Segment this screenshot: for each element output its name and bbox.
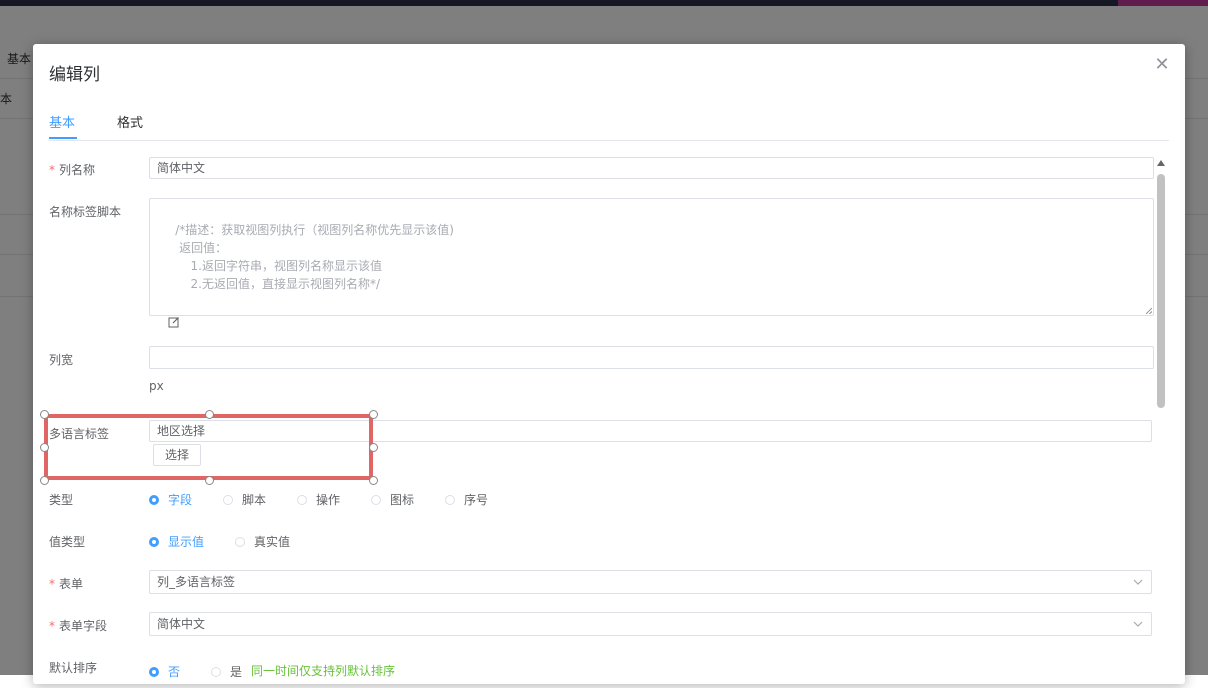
name-label-script-label: 名称标签脚本 (49, 205, 122, 219)
radio-dot (149, 666, 159, 677)
default-sort-no-label: 否 (168, 665, 181, 679)
type-option-icon[interactable]: 图标 (371, 491, 414, 508)
value-type-label: 值类型 (49, 535, 86, 549)
radio-dot (211, 666, 221, 677)
resize-handle[interactable] (1146, 308, 1152, 314)
required-asterisk: * (49, 619, 55, 633)
chevron-down-icon (1133, 621, 1143, 627)
tab-format[interactable]: 格式 (117, 112, 143, 131)
scroll-thumb[interactable] (1157, 174, 1165, 408)
form-field-select-value: 简体中文 (157, 617, 206, 631)
radio-dot (149, 494, 159, 505)
form-label: * 表单 (49, 575, 83, 592)
type-option-action[interactable]: 操作 (297, 491, 340, 508)
edit-column-dialog: 编辑列 ✕ 基本 格式 * 列名称 简体中文 名称标签脚本 /*描述：获取视图列执… (33, 44, 1185, 684)
default-sort-yes[interactable]: 是 (211, 663, 242, 680)
dialog-title: 编辑列 (49, 65, 100, 85)
scroll-up-arrow[interactable] (1157, 160, 1165, 166)
default-sort-no[interactable]: 否 (149, 663, 180, 680)
column-width-input[interactable] (149, 346, 1154, 369)
type-option-field[interactable]: 字段 (149, 491, 192, 508)
value-type-real[interactable]: 真实值 (235, 533, 290, 550)
width-unit: px (149, 379, 164, 393)
close-icon[interactable]: ✕ (1153, 56, 1171, 74)
form-select-value: 列_多语言标签 (157, 575, 236, 589)
type-option-script-label: 脚本 (242, 493, 267, 507)
dialog-scrollbar[interactable] (1157, 158, 1166, 688)
type-option-serial[interactable]: 序号 (445, 491, 488, 508)
form-field-label: * 表单字段 (49, 617, 107, 634)
value-type-display-label: 显示值 (168, 535, 205, 549)
type-option-script[interactable]: 脚本 (223, 491, 266, 508)
required-asterisk: * (49, 163, 55, 177)
default-sort-yes-label: 是 (230, 665, 243, 679)
resize-handle-bm[interactable] (205, 476, 214, 485)
column-name-label: * 列名称 (49, 161, 95, 178)
column-name-input[interactable]: 简体中文 (149, 157, 1154, 179)
default-sort-hint: 同一时间仅支持列默认排序 (251, 664, 396, 678)
radio-dot (297, 494, 307, 505)
value-type-real-label: 真实值 (254, 535, 291, 549)
resize-handle-tl[interactable] (40, 410, 49, 419)
radio-dot (371, 494, 381, 505)
textarea-placeholder: /*描述：获取视图列执行（视图列名称优先显示该值) 返回值： 1.返回字符串，视… (175, 223, 454, 291)
default-sort-label: 默认排序 (49, 661, 98, 675)
radio-dot (235, 536, 245, 547)
type-label: 类型 (49, 493, 74, 507)
radio-dot (149, 536, 159, 547)
type-option-action-label: 操作 (316, 493, 341, 507)
form-label-text: 表单 (59, 577, 84, 591)
resize-handle-br[interactable] (369, 476, 378, 485)
type-option-serial-label: 序号 (464, 493, 489, 507)
resize-handle-ml[interactable] (40, 443, 49, 452)
resize-handle-tr[interactable] (369, 410, 378, 419)
form-field-label-text: 表单字段 (59, 619, 108, 633)
edit-icon[interactable] (168, 316, 180, 328)
radio-dot (223, 494, 233, 505)
resize-handle-bl[interactable] (40, 476, 49, 485)
dialog-tabs: 基本 格式 (49, 104, 1169, 141)
chevron-down-icon (1133, 579, 1143, 585)
form-select[interactable]: 列_多语言标签 (149, 570, 1152, 594)
name-label-script-textarea[interactable]: /*描述：获取视图列执行（视图列名称优先显示该值) 返回值： 1.返回字符串，视… (149, 198, 1154, 316)
resize-handle-tm[interactable] (205, 410, 214, 419)
value-type-display[interactable]: 显示值 (149, 533, 204, 550)
form-field-select[interactable]: 简体中文 (149, 612, 1152, 636)
required-asterisk: * (49, 577, 55, 591)
type-option-icon-label: 图标 (390, 493, 415, 507)
tab-basic[interactable]: 基本 (49, 112, 75, 131)
active-tab-indicator (49, 137, 77, 139)
radio-dot (445, 494, 455, 505)
column-width-label: 列宽 (49, 353, 74, 367)
column-name-label-text: 列名称 (59, 163, 96, 177)
resize-handle-mr[interactable] (369, 443, 378, 452)
type-option-field-label: 字段 (168, 493, 193, 507)
selection-annotation (44, 414, 373, 480)
